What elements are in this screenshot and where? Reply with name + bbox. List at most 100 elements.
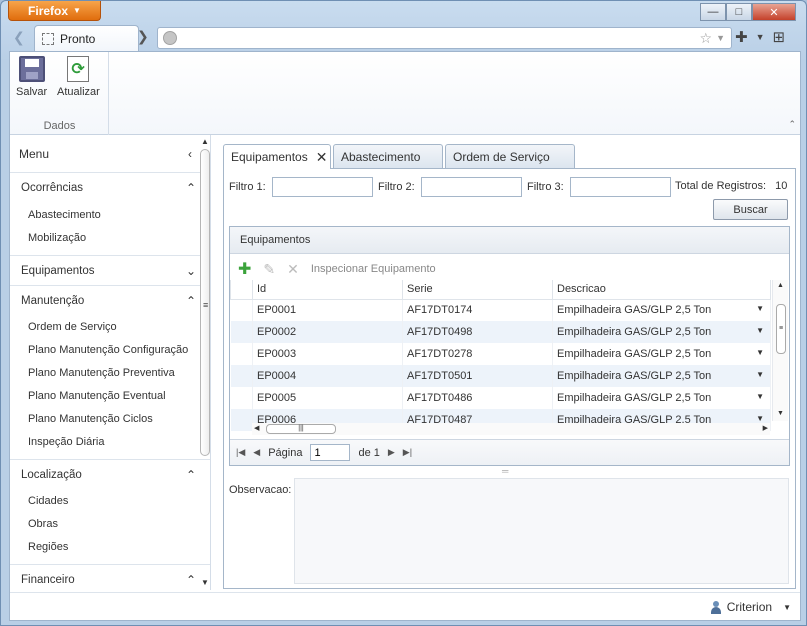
column-header-descricao[interactable]: Descricao	[552, 280, 771, 300]
sidebar-item[interactable]: Regiões	[10, 535, 210, 558]
close-window-button[interactable]: ✕	[752, 3, 796, 21]
page-number-input[interactable]	[310, 444, 351, 461]
dropdown-arrow-icon[interactable]: ▼	[756, 370, 764, 379]
row-selector[interactable]	[230, 343, 253, 365]
cell-descricao[interactable]: Empilhadeira GAS/GLP 2,5 Ton ▼	[552, 387, 771, 409]
cell-id[interactable]: EP0004	[252, 365, 403, 387]
column-header-id[interactable]: Id	[252, 280, 403, 300]
column-header-serie[interactable]: Serie	[402, 280, 553, 300]
sidebar-item[interactable]: Plano Manutenção Configuração	[10, 338, 210, 361]
maximize-button[interactable]: □	[726, 3, 752, 21]
minimize-button[interactable]: —	[700, 3, 726, 21]
browser-tab[interactable]: Pronto	[34, 25, 139, 51]
next-page-icon[interactable]: ▶	[388, 447, 395, 458]
row-selector[interactable]	[230, 321, 253, 343]
cell-id[interactable]: EP0005	[252, 387, 403, 409]
url-bar[interactable]: ☆ ▼	[157, 27, 732, 49]
sidebar-item[interactable]: Obras	[10, 512, 210, 535]
ribbon-collapse-icon[interactable]: ⌃	[788, 119, 796, 130]
cell-serie[interactable]: AF17DT0486	[402, 387, 553, 409]
dropdown-arrow-icon[interactable]: ▼	[756, 392, 764, 401]
table-row[interactable]: EP0003 AF17DT0278 Empilhadeira GAS/GLP 2,5…	[230, 343, 771, 365]
collapse-sidebar-icon[interactable]: ‹	[188, 147, 192, 161]
grid-vertical-scrollbar[interactable]: ▲ ≡ ▼	[772, 280, 788, 421]
sidebar-section-header[interactable]: Financeiro ⌃	[10, 564, 210, 590]
edit-pencil-icon[interactable]: ✎	[263, 261, 275, 278]
cell-serie[interactable]: AF17DT0278	[402, 343, 553, 365]
sidebar-section-header[interactable]: Equipamentos ⌄	[10, 255, 210, 285]
search-button[interactable]: Buscar	[713, 199, 788, 220]
sidebar-section-header[interactable]: Localização ⌃	[10, 459, 210, 489]
sidebar-item[interactable]: Inspeção Diária	[10, 430, 210, 453]
observacao-field[interactable]	[294, 478, 789, 584]
chevron-up-icon[interactable]: ⌃	[186, 468, 196, 482]
sidebar-item[interactable]: Mobilização	[10, 226, 210, 249]
tab-ordem-de-servico[interactable]: Ordem de Serviço	[445, 144, 575, 168]
back-arrow-icon[interactable]: ❮	[13, 29, 25, 46]
prev-page-icon[interactable]: ◀	[253, 447, 260, 458]
delete-x-icon[interactable]: ✕	[287, 261, 299, 278]
first-page-icon[interactable]: |◀	[236, 447, 245, 458]
tab-equipamentos[interactable]: Equipamentos ✕	[223, 144, 331, 169]
table-row[interactable]: EP0002 AF17DT0498 Empilhadeira GAS/GLP 2,5…	[230, 321, 771, 343]
sidebar-item[interactable]: Ordem de Serviço	[10, 315, 210, 338]
save-button[interactable]: Salvar	[16, 56, 47, 98]
grid-icon[interactable]: ⊞	[773, 28, 786, 46]
cell-id[interactable]: EP0002	[252, 321, 403, 343]
table-row[interactable]: EP0005 AF17DT0486 Empilhadeira GAS/GLP 2,5…	[230, 387, 771, 409]
cell-descricao[interactable]: Empilhadeira GAS/GLP 2,5 Ton ▼	[552, 321, 771, 343]
cell-descricao[interactable]: Empilhadeira GAS/GLP 2,5 Ton ▼	[552, 343, 771, 365]
cell-serie[interactable]: AF17DT0174	[402, 299, 553, 321]
sidebar-item[interactable]: Plano Manutenção Preventiva	[10, 361, 210, 384]
dropdown-arrow-icon[interactable]: ▼	[756, 304, 764, 313]
cell-id[interactable]: EP0003	[252, 343, 403, 365]
cell-descricao[interactable]: Empilhadeira GAS/GLP 2,5 Ton ▼	[552, 299, 771, 321]
cell-serie[interactable]: AF17DT0501	[402, 365, 553, 387]
grid-vscroll-thumb[interactable]: ≡	[776, 304, 786, 354]
sidebar-item[interactable]: Abastecimento	[10, 203, 210, 226]
row-selector[interactable]	[230, 409, 253, 431]
row-selector[interactable]	[230, 299, 253, 321]
user-menu[interactable]: Criterion ▼	[710, 600, 791, 614]
grid-hscroll-thumb[interactable]: |||	[266, 424, 336, 434]
scroll-up-icon[interactable]: ▲	[201, 137, 209, 146]
scroll-down-icon[interactable]: ▼	[777, 410, 784, 417]
chevron-down-icon[interactable]: ⌄	[186, 264, 196, 278]
cell-id[interactable]: EP0001	[252, 299, 403, 321]
row-selector[interactable]	[230, 365, 253, 387]
sidebar-item[interactable]: Plano Manutenção Ciclos	[10, 407, 210, 430]
scroll-up-icon[interactable]: ▲	[777, 282, 784, 289]
sidebar-item[interactable]: Plano Manutenção Eventual	[10, 384, 210, 407]
dropdown-arrow-icon[interactable]: ▼	[756, 348, 764, 357]
panel-splitter[interactable]: ═	[502, 466, 508, 476]
filter-2-input[interactable]	[420, 177, 522, 197]
add-plus-icon[interactable]: ✚	[238, 259, 251, 279]
sidebar-section-header[interactable]: Manutenção ⌃	[10, 285, 210, 315]
dropdown-arrow-icon[interactable]: ▼	[756, 326, 764, 335]
sidebar-item[interactable]: Cidades	[10, 489, 210, 512]
chevron-up-icon[interactable]: ⌃	[186, 181, 196, 195]
filter-3-input[interactable]	[569, 177, 671, 197]
inspect-equipment-button[interactable]: Inspecionar Equipamento	[311, 263, 436, 275]
cell-serie[interactable]: AF17DT0498	[402, 321, 553, 343]
menu-dropdown-icon[interactable]: ▼	[756, 32, 765, 42]
url-dropdown-icon[interactable]: ▼	[716, 33, 725, 43]
update-button[interactable]: Atualizar	[57, 56, 100, 98]
tab-abastecimento[interactable]: Abastecimento	[333, 144, 443, 168]
scroll-down-icon[interactable]: ▼	[201, 578, 209, 587]
new-tab-plus-icon[interactable]: ✚	[735, 28, 748, 46]
row-selector[interactable]	[230, 387, 253, 409]
scroll-right-icon[interactable]: ▶	[763, 424, 768, 432]
close-tab-icon[interactable]: ✕	[316, 149, 328, 166]
bookmark-star-icon[interactable]: ☆	[700, 30, 713, 47]
sidebar-scrollbar[interactable]: ▲ ▼	[199, 135, 210, 590]
sidebar-section-header[interactable]: Ocorrências ⌃	[10, 173, 210, 203]
forward-arrow-icon[interactable]: ❯	[137, 28, 149, 45]
table-row[interactable]: EP0001 AF17DT0174 Empilhadeira GAS/GLP 2,5…	[230, 299, 771, 321]
table-row[interactable]: EP0004 AF17DT0501 Empilhadeira GAS/GLP 2,5…	[230, 365, 771, 387]
sidebar-splitter[interactable]: ≡	[203, 300, 208, 310]
chevron-up-icon[interactable]: ⌃	[186, 294, 196, 308]
dropdown-arrow-icon[interactable]: ▼	[756, 414, 764, 423]
firefox-menu-button[interactable]: Firefox ▼	[8, 1, 101, 21]
cell-descricao[interactable]: Empilhadeira GAS/GLP 2,5 Ton ▼	[552, 365, 771, 387]
